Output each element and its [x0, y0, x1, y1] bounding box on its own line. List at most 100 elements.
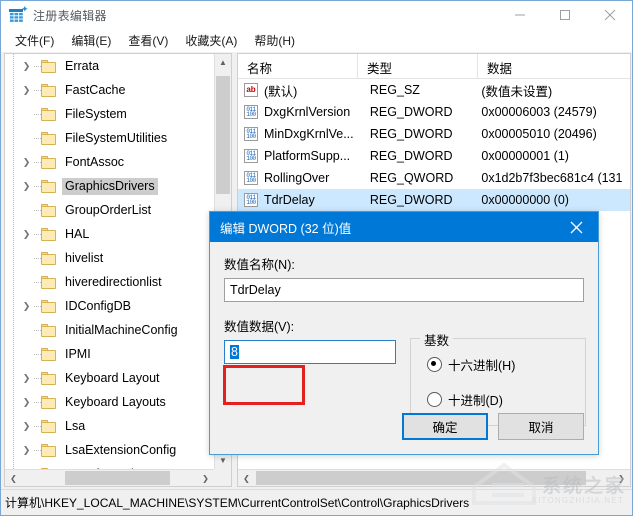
- table-row[interactable]: 011 100 RollingOver REG_QWORD 0x1d2b7f3be…: [238, 167, 630, 189]
- tree-hscroll-thumb[interactable]: [65, 471, 170, 485]
- value-data-input[interactable]: 8: [224, 340, 396, 364]
- chevron-right-icon[interactable]: ❯: [19, 181, 34, 192]
- chevron-right-icon[interactable]: ❯: [19, 373, 34, 384]
- minimize-button[interactable]: [497, 1, 542, 29]
- value-name: RollingOver: [264, 171, 330, 185]
- tree-item[interactable]: ❯ HAL: [5, 222, 214, 246]
- tree-item[interactable]: ❯ hiveredirectionlist: [5, 270, 214, 294]
- tree-item-graphicsdrivers[interactable]: ❯ GraphicsDrivers: [5, 174, 214, 198]
- chevron-placeholder-icon: ❯: [19, 205, 34, 216]
- menu-favorites[interactable]: 收藏夹(A): [177, 29, 246, 52]
- chevron-right-icon[interactable]: ❯: [19, 157, 34, 168]
- dialog-body: 数值名称(N): TdrDelay 数值数据(V): 8 基数 十六进制(H): [210, 242, 598, 426]
- radio-hexadecimal-label: 十六进制(H): [448, 359, 516, 373]
- menu-file[interactable]: 文件(F): [7, 29, 63, 52]
- chevron-right-icon[interactable]: ❯: [19, 301, 34, 312]
- chevron-right-icon[interactable]: ❯: [19, 421, 34, 432]
- chevron-right-icon[interactable]: ❯: [19, 445, 34, 456]
- tree-item[interactable]: ❯ GroupOrderList: [5, 198, 214, 222]
- tree-item[interactable]: ❯ Errata: [5, 54, 214, 78]
- scroll-right-icon[interactable]: ❯: [197, 470, 214, 486]
- registry-tree: ❯ Errata ❯ FastCache ❯ FileSystem: [5, 54, 214, 469]
- radio-hexadecimal[interactable]: 十六进制(H): [427, 355, 585, 374]
- maximize-button[interactable]: [542, 1, 587, 29]
- folder-icon: [41, 179, 57, 193]
- menu-edit[interactable]: 编辑(E): [63, 29, 120, 52]
- tree-item-label: IDConfigDB: [65, 298, 131, 313]
- value-type: REG_DWORD: [369, 105, 453, 119]
- scroll-left-icon[interactable]: ❮: [5, 470, 22, 486]
- string-value-icon: ab: [244, 83, 258, 97]
- tree-item[interactable]: ❯ InitialMachineConfig: [5, 318, 214, 342]
- tree-item-label: IPMI: [65, 346, 91, 361]
- list-hscroll-thumb[interactable]: [256, 471, 586, 485]
- table-row-tdrdelay[interactable]: 011 100 TdrDelay REG_DWORD 0x00000000 (0): [238, 189, 630, 211]
- ok-button[interactable]: 确定: [402, 413, 488, 440]
- chevron-right-icon[interactable]: ❯: [19, 61, 34, 72]
- tree-item[interactable]: ❯ Lsa: [5, 414, 214, 438]
- radio-decimal[interactable]: 十进制(D): [427, 390, 585, 409]
- title-bar: ✦ 注册表编辑器: [1, 1, 632, 29]
- dword-value-icon: 011 100: [244, 127, 258, 141]
- tree-item[interactable]: ❯ FileSystem: [5, 102, 214, 126]
- tree-item[interactable]: ❯ IPMI: [5, 342, 214, 366]
- column-header-type[interactable]: 类型: [358, 54, 478, 78]
- window-title: 注册表编辑器: [33, 8, 107, 23]
- menu-view[interactable]: 查看(V): [120, 29, 177, 52]
- tree-item[interactable]: ❯ hivelist: [5, 246, 214, 270]
- tree-item-label: hivelist: [65, 250, 104, 265]
- scroll-right-icon[interactable]: ❯: [613, 470, 630, 486]
- menu-help[interactable]: 帮助(H): [246, 29, 304, 52]
- cancel-button[interactable]: 取消: [498, 413, 584, 440]
- tree-item[interactable]: ❯ IDConfigDB: [5, 294, 214, 318]
- table-row[interactable]: 011 100 MinDxgKrnlVe... REG_DWORD 0x00005…: [238, 123, 630, 145]
- value-type: REG_DWORD: [369, 127, 453, 141]
- radio-decimal-label: 十进制(D): [448, 394, 503, 408]
- value-data: 0x00000001 (1): [481, 149, 569, 163]
- folder-icon: [41, 83, 57, 97]
- dword-value-icon: 011 100: [244, 149, 258, 163]
- column-header-data[interactable]: 数据: [478, 54, 630, 78]
- scrollbar-corner: [214, 469, 231, 486]
- radio-button-icon[interactable]: [427, 392, 442, 407]
- chevron-right-icon[interactable]: ❯: [19, 397, 34, 408]
- chevron-placeholder-icon: ❯: [19, 133, 34, 144]
- tree-item[interactable]: ❯ FastCache: [5, 78, 214, 102]
- dialog-close-icon[interactable]: [554, 212, 598, 242]
- qword-value-icon: 011 100: [244, 171, 258, 185]
- tree-item[interactable]: ❯ LsaInformation: [5, 462, 214, 469]
- status-bar: 计算机\HKEY_LOCAL_MACHINE\SYSTEM\CurrentCon…: [1, 489, 632, 515]
- scroll-left-icon[interactable]: ❮: [238, 470, 255, 486]
- close-button[interactable]: [587, 1, 632, 29]
- list-column-headers: 名称 类型 数据: [238, 54, 630, 79]
- tree-scroll-thumb[interactable]: [216, 76, 230, 194]
- value-data-column: 数值数据(V): 8: [224, 316, 414, 364]
- chevron-right-icon[interactable]: ❯: [19, 85, 34, 96]
- folder-icon: [41, 251, 57, 265]
- tree-horizontal-scrollbar[interactable]: ❮ ❯: [5, 469, 214, 486]
- tree-item[interactable]: ❯ FontAssoc: [5, 150, 214, 174]
- radio-button-icon[interactable]: [427, 357, 442, 372]
- tree-item[interactable]: ❯ Keyboard Layout: [5, 366, 214, 390]
- list-horizontal-scrollbar[interactable]: ❮ ❯: [238, 469, 630, 486]
- tree-item[interactable]: ❯ LsaExtensionConfig: [5, 438, 214, 462]
- folder-icon: [41, 227, 57, 241]
- table-row[interactable]: 011 100 PlatformSupp... REG_DWORD 0x00000…: [238, 145, 630, 167]
- tree-item[interactable]: ❯ Keyboard Layouts: [5, 390, 214, 414]
- tree-item-label: HAL: [65, 226, 90, 241]
- folder-icon: [41, 419, 57, 433]
- registry-tree-pane: ❯ Errata ❯ FastCache ❯ FileSystem: [4, 53, 232, 487]
- value-name: PlatformSupp...: [264, 149, 351, 163]
- folder-icon: [41, 155, 57, 169]
- chevron-right-icon[interactable]: ❯: [19, 229, 34, 240]
- scroll-up-icon[interactable]: ▲: [215, 54, 231, 71]
- folder-icon: [41, 395, 57, 409]
- tree-item[interactable]: ❯ FileSystemUtilities: [5, 126, 214, 150]
- column-header-name[interactable]: 名称: [238, 54, 358, 78]
- value-name-input[interactable]: TdrDelay: [224, 278, 584, 302]
- folder-icon: [41, 59, 57, 73]
- table-row[interactable]: ab (默认) REG_SZ (数值未设置): [238, 79, 630, 101]
- table-row[interactable]: 011 100 DxgKrnlVersion REG_DWORD 0x000060…: [238, 101, 630, 123]
- dword-value-icon: 011 100: [244, 193, 258, 207]
- annotation-highlight-box: [223, 365, 305, 405]
